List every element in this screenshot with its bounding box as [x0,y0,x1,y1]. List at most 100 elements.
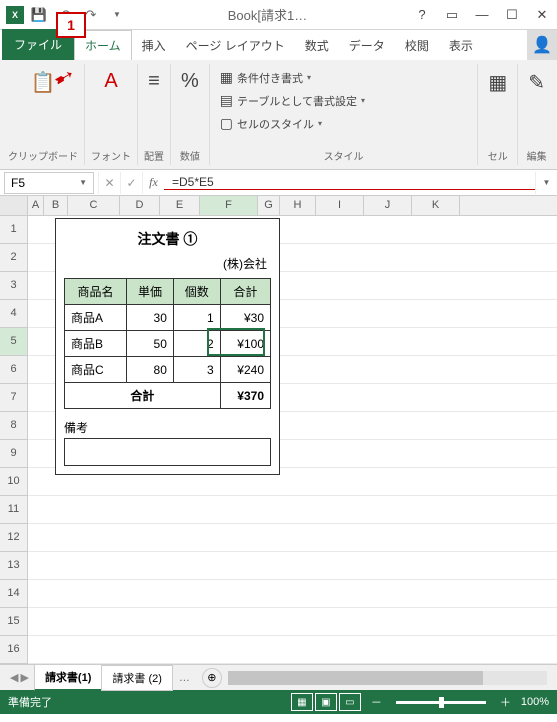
zoom-out-button[interactable]: － [371,694,382,710]
row-header-8[interactable]: 8 [0,412,28,440]
user-avatar[interactable]: 👤 [527,30,557,60]
cell-button[interactable]: ▦ [484,66,511,101]
align-button[interactable]: ≡ [144,66,164,99]
group-label-clipboard: クリップボード [8,148,78,163]
page-break-view-button[interactable]: ▭ [339,693,361,711]
row-header-9[interactable]: 9 [0,440,28,468]
ribbon-group-cell: ▦ セル [478,64,518,165]
tab-data[interactable]: データ [339,31,395,60]
cell-styles-button[interactable]: ▢セルのスタイル▾ [216,112,326,135]
zoom-slider[interactable] [396,701,486,704]
next-sheet-icon[interactable]: ▶ [20,671,28,684]
font-color-icon: A [104,70,117,93]
edit-icon: ✎ [528,70,545,95]
row-header-11[interactable]: 11 [0,496,28,524]
row-cells[interactable] [28,636,557,664]
col-header-A[interactable]: A [28,196,44,215]
maximize-button[interactable]: ☐ [497,1,527,29]
row-cells[interactable] [28,524,557,552]
formula-input[interactable]: =D5*E5 [164,175,535,190]
notes-box[interactable] [64,438,271,466]
paste-button[interactable]: 📋 [27,66,60,101]
cancel-formula-button[interactable]: ✕ [98,172,120,194]
align-icon: ≡ [148,70,160,93]
header-name: 商品名 [65,279,127,305]
row-header-4[interactable]: 4 [0,300,28,328]
row-cells[interactable] [28,580,557,608]
col-header-G[interactable]: G [258,196,280,215]
status-text: 準備完了 [8,694,52,710]
worksheet-grid[interactable]: ABCDEFGHIJK 12345678910111213141516 注文書 … [0,196,557,664]
excel-icon: X [6,6,24,24]
row-header-7[interactable]: 7 [0,384,28,412]
zoom-level[interactable]: 100% [521,696,549,708]
row-header-12[interactable]: 12 [0,524,28,552]
col-header-D[interactable]: D [120,196,160,215]
font-button[interactable]: A [100,66,121,99]
row-cells[interactable] [28,496,557,524]
ribbon-options-button[interactable]: ▭ [437,1,467,29]
tab-view[interactable]: 表示 [439,31,483,60]
row-header-15[interactable]: 15 [0,608,28,636]
header-qty: 個数 [173,279,220,305]
expand-formula-icon[interactable]: ▼ [535,172,557,194]
group-label-cell: セル [488,148,508,163]
table-row: 商品C 80 3 ¥240 [65,357,271,383]
window-controls: ? ▭ — ☐ ✕ [407,1,557,29]
row-cells[interactable] [28,608,557,636]
col-header-J[interactable]: J [364,196,412,215]
group-label-styles: スタイル [324,148,364,163]
help-button[interactable]: ? [407,1,437,29]
close-button[interactable]: ✕ [527,1,557,29]
percent-icon: % [181,70,199,93]
minimize-button[interactable]: — [467,1,497,29]
fx-button[interactable]: fx [142,172,164,194]
col-header-B[interactable]: B [44,196,68,215]
row-header-6[interactable]: 6 [0,356,28,384]
col-header-I[interactable]: I [316,196,364,215]
col-header-C[interactable]: C [68,196,120,215]
scroll-thumb[interactable] [228,671,483,685]
row-header-2[interactable]: 2 [0,244,28,272]
row-header-3[interactable]: 3 [0,272,28,300]
doc-title: 注文書 ① [64,229,271,249]
conditional-format-button[interactable]: ▦条件付き書式▾ [216,66,315,89]
tab-formulas[interactable]: 数式 [295,31,339,60]
save-icon[interactable]: 💾 [28,4,50,26]
sheet-tabs-more[interactable]: … [173,672,196,684]
page-layout-view-button[interactable]: ▣ [315,693,337,711]
row-header-5[interactable]: 5 [0,328,28,356]
col-header-F[interactable]: F [200,196,258,215]
col-header-E[interactable]: E [160,196,200,215]
qat-customize-icon[interactable]: ▼ [106,4,128,26]
prev-sheet-icon[interactable]: ◀ [10,671,18,684]
col-header-H[interactable]: H [280,196,316,215]
sheet-tab-1[interactable]: 請求書(1) [34,664,102,691]
sheet-nav[interactable]: ◀▶ [4,671,35,684]
zoom-in-button[interactable]: ＋ [500,694,511,710]
row-header-16[interactable]: 16 [0,636,28,664]
col-header-K[interactable]: K [412,196,460,215]
tab-insert[interactable]: 挿入 [132,31,176,60]
normal-view-button[interactable]: ▦ [291,693,313,711]
horizontal-scrollbar[interactable] [228,671,547,685]
row-cells[interactable] [28,552,557,580]
chevron-down-icon: ▼ [79,178,87,187]
doc-company: (株)会社 [64,255,271,272]
sheet-tab-2[interactable]: 請求書 (2) [101,665,173,691]
select-all-button[interactable] [0,196,28,215]
tab-layout[interactable]: ページ レイアウト [176,31,295,60]
row-header-13[interactable]: 13 [0,552,28,580]
table-icon: ▤ [220,92,233,109]
add-sheet-button[interactable]: ⊕ [202,668,222,688]
enter-formula-button[interactable]: ✓ [120,172,142,194]
row-header-1[interactable]: 1 [0,216,28,244]
number-button[interactable]: % [177,66,203,99]
row-header-10[interactable]: 10 [0,468,28,496]
format-as-table-button[interactable]: ▤テーブルとして書式設定▾ [216,89,369,112]
zoom-thumb[interactable] [439,697,444,708]
name-box[interactable]: F5 ▼ [4,172,94,194]
row-header-14[interactable]: 14 [0,580,28,608]
tab-review[interactable]: 校閲 [395,31,439,60]
edit-button[interactable]: ✎ [524,66,549,101]
